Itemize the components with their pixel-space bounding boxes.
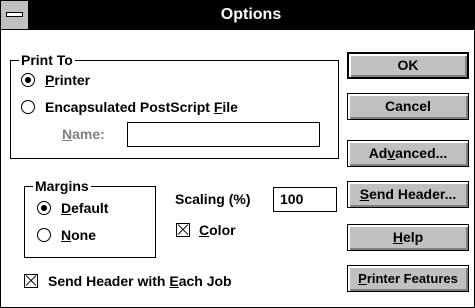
ok-button[interactable]: OK: [347, 52, 469, 79]
advanced-button[interactable]: Advanced...: [347, 140, 469, 167]
margins-default-radio[interactable]: [37, 201, 51, 215]
print-to-legend: Print To: [19, 51, 75, 69]
margins-group: Margins: [24, 177, 156, 258]
help-button[interactable]: Help: [347, 224, 469, 251]
scaling-label: Scaling (%): [175, 191, 251, 207]
send-header-each-job-label[interactable]: Send Header with Each Job: [48, 272, 232, 290]
send-header-button[interactable]: Send Header...: [347, 181, 469, 208]
name-input[interactable]: [127, 122, 320, 147]
eps-file-radio[interactable]: [21, 100, 35, 114]
margins-default-label[interactable]: Default: [61, 199, 108, 217]
margins-legend: Margins: [33, 177, 91, 195]
window-title: Options: [220, 6, 282, 23]
name-label: Name:: [62, 126, 105, 142]
system-menu-icon: [6, 12, 23, 17]
printer-radio-label[interactable]: Printer: [45, 71, 90, 89]
options-dialog: Options Print To Printer Encapsulated Po…: [0, 0, 475, 308]
send-header-each-job-checkbox[interactable]: [24, 274, 38, 288]
eps-file-radio-label[interactable]: Encapsulated PostScript File: [45, 98, 238, 116]
printer-radio[interactable]: [21, 73, 35, 87]
system-menu-button[interactable]: [1, 1, 29, 29]
title-bar: Options: [1, 1, 474, 30]
color-label[interactable]: Color: [199, 221, 236, 239]
printer-features-button[interactable]: Printer Features: [347, 265, 469, 292]
margins-none-label[interactable]: None: [61, 226, 96, 244]
scaling-input[interactable]: 100: [273, 187, 337, 212]
cancel-button[interactable]: Cancel: [347, 93, 469, 120]
margins-none-radio[interactable]: [37, 228, 51, 242]
color-checkbox[interactable]: [176, 223, 190, 237]
